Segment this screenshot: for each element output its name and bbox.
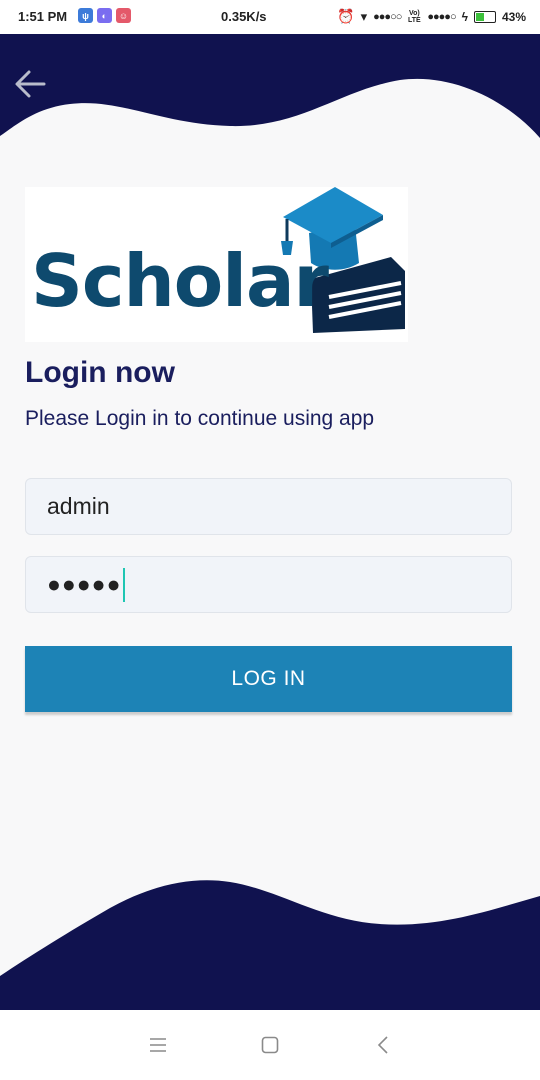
hamburger-icon xyxy=(150,1038,166,1052)
signal-sim2-icon: ●●●●○ xyxy=(427,10,456,23)
status-right-group: ⏰ ▾ ●●●○○ Vo) LTE ●●●●○ ϟ 43% xyxy=(337,8,526,25)
back-button[interactable] xyxy=(8,62,52,106)
header-wave xyxy=(0,38,540,138)
scholar-logo: Scholar xyxy=(25,187,408,342)
status-time: 1:51 PM xyxy=(18,9,68,24)
text-cursor xyxy=(123,567,126,602)
footer-wave xyxy=(0,880,540,1010)
username-value: admin xyxy=(47,493,110,519)
menu-nav-button[interactable] xyxy=(138,1030,178,1060)
chevron-left-icon xyxy=(377,1036,388,1054)
signal-sim1-icon: ●●●○○ xyxy=(373,10,402,23)
home-nav-button[interactable] xyxy=(250,1030,290,1060)
username-field[interactable]: admin xyxy=(25,478,512,535)
square-icon xyxy=(261,1036,279,1054)
logo-wordmark: Scholar xyxy=(31,239,329,323)
password-value: ●●●●● xyxy=(47,571,122,597)
volte-label: Vo) LTE xyxy=(408,9,421,24)
arrow-left-icon xyxy=(15,70,46,98)
notification-icon-app: ◐ xyxy=(97,8,112,23)
notification-icon-vpn: ψ xyxy=(78,8,93,23)
login-button[interactable]: LOG IN xyxy=(25,646,512,712)
page-title: Login now xyxy=(25,356,175,389)
battery-icon xyxy=(473,10,496,23)
back-nav-button[interactable] xyxy=(363,1030,403,1060)
notification-icon-game: ☺ xyxy=(116,8,131,23)
charging-icon: ϟ xyxy=(461,9,468,24)
network-speed: 0.35K/s xyxy=(221,9,267,24)
status-bar: 1:51 PM ψ ◐ ☺ 0.35K/s ⏰ ▾ ●●●○○ Vo) LTE … xyxy=(0,0,540,34)
page-subtitle: Please Login in to continue using app xyxy=(25,407,375,430)
password-field[interactable]: ●●●●● xyxy=(25,556,512,613)
system-nav-bar xyxy=(0,1010,540,1080)
alarm-icon: ⏰ xyxy=(337,8,355,24)
battery-percent: 43% xyxy=(501,9,526,24)
login-button-label: LOG IN xyxy=(231,667,306,690)
wifi-icon: ▾ xyxy=(360,8,368,24)
